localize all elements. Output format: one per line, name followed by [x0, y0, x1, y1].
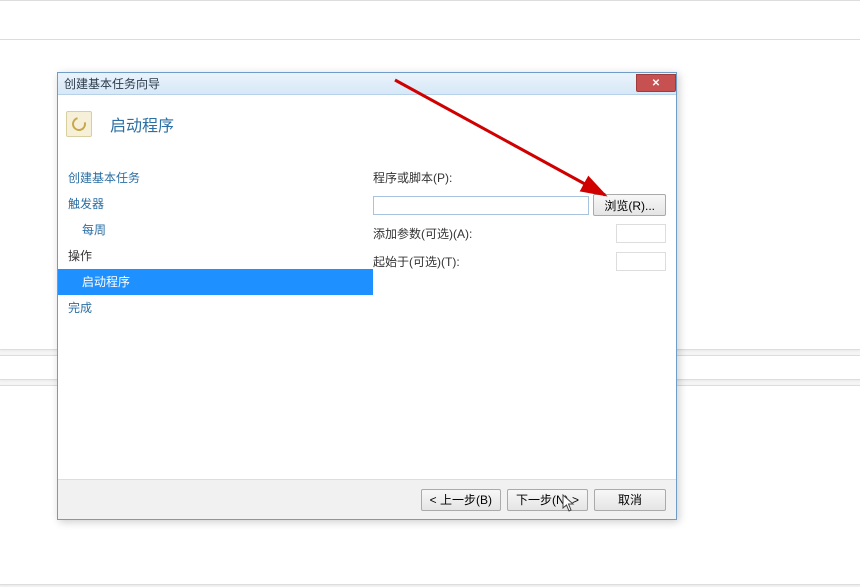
next-button[interactable]: 下一步(N) > — [507, 489, 588, 511]
close-button[interactable]: ✕ — [636, 74, 676, 92]
wizard-content: 程序或脚本(P): 浏览(R)... 添加参数(可选)(A): 起始于(可选)(… — [373, 153, 676, 479]
args-row: 添加参数(可选)(A): — [373, 221, 666, 245]
wizard-sidebar: 创建基本任务 触发器 每周 操作 启动程序 完成 — [58, 153, 373, 479]
browse-button[interactable]: 浏览(R)... — [593, 194, 666, 216]
page-title: 启动程序 — [110, 112, 174, 136]
close-icon: ✕ — [652, 78, 660, 89]
cancel-button[interactable]: 取消 — [594, 489, 666, 511]
wizard-footer: < 上一步(B) 下一步(N) > 取消 — [58, 479, 676, 519]
sidebar-item-action[interactable]: 操作 — [58, 243, 373, 269]
program-input[interactable] — [373, 196, 589, 215]
bg-bar — [0, 0, 860, 40]
sidebar-item-trigger[interactable]: 触发器 — [58, 191, 373, 217]
wizard-header: 启动程序 — [58, 95, 676, 153]
program-label: 程序或脚本(P): — [373, 169, 452, 186]
sidebar-item-start-program[interactable]: 启动程序 — [58, 269, 373, 295]
wizard-body: 创建基本任务 触发器 每周 操作 启动程序 完成 程序或脚本(P): 浏览(R)… — [58, 153, 676, 479]
startin-label: 起始于(可选)(T): — [373, 253, 460, 270]
sidebar-item-finish[interactable]: 完成 — [58, 295, 373, 321]
program-input-row: 浏览(R)... — [373, 193, 666, 217]
program-label-row: 程序或脚本(P): — [373, 165, 666, 189]
args-input[interactable] — [616, 224, 666, 243]
titlebar: 创建基本任务向导 ✕ — [58, 73, 676, 95]
window-title: 创建基本任务向导 — [64, 75, 160, 92]
back-button[interactable]: < 上一步(B) — [421, 489, 501, 511]
startin-row: 起始于(可选)(T): — [373, 249, 666, 273]
startin-input[interactable] — [616, 252, 666, 271]
sidebar-item-weekly[interactable]: 每周 — [58, 217, 373, 243]
wizard-window: 创建基本任务向导 ✕ 启动程序 创建基本任务 触发器 每周 操作 启动程序 完成… — [57, 72, 677, 520]
task-icon — [66, 111, 92, 137]
sidebar-item-create-task[interactable]: 创建基本任务 — [58, 165, 373, 191]
args-label: 添加参数(可选)(A): — [373, 225, 472, 242]
